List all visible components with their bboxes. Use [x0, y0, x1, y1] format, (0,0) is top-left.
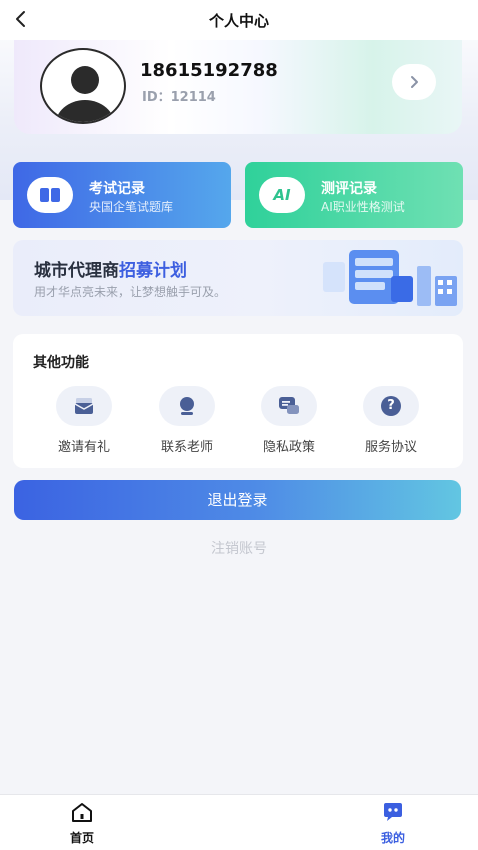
phone-number: 18615192788 — [140, 60, 278, 81]
user-id: ID：12114 — [142, 90, 216, 105]
other-functions-card: 其他功能 邀请有礼 联系老师 隐私政策 ? 服务协议 — [13, 334, 463, 468]
exam-record-card[interactable]: 考试记录 央国企笔试题库 — [13, 162, 231, 228]
contact-teacher-item[interactable]: 联系老师 — [147, 386, 227, 456]
other-functions-title: 其他功能 — [33, 355, 89, 371]
nav-bar: 个人中心 — [0, 0, 478, 40]
service-agreement-item[interactable]: ? 服务协议 — [351, 386, 431, 456]
home-icon — [72, 803, 92, 822]
mine-chat-icon — [384, 803, 402, 821]
evaluation-record-card[interactable]: AI 测评记录 AI职业性格测试 — [245, 162, 463, 228]
privacy-policy-label: 隐私政策 — [262, 440, 315, 455]
agent-recruit-banner[interactable]: 城市代理商招募计划 用才华点亮未来，让梦想触手可及。 — [13, 240, 463, 316]
exam-record-title: 考试记录 — [89, 181, 145, 197]
exam-record-subtitle: 央国企笔试题库 — [89, 200, 174, 214]
recruit-illustration-icon — [323, 250, 457, 306]
contact-teacher-label: 联系老师 — [160, 440, 213, 455]
invite-gift-label: 邀请有礼 — [57, 440, 110, 455]
privacy-chat-icon — [261, 386, 317, 426]
tab-mine-label: 我的 — [380, 831, 405, 845]
question-help-icon: ? — [363, 386, 419, 426]
tab-home[interactable]: 首页 — [52, 801, 112, 846]
tab-mine[interactable]: 我的 — [363, 801, 423, 846]
contact-teacher-icon — [159, 386, 215, 426]
banner-title: 城市代理商招募计划 — [34, 261, 187, 281]
privacy-policy-item[interactable]: 隐私政策 — [249, 386, 329, 456]
banner-subtitle: 用才华点亮未来，让梦想触手可及。 — [34, 285, 227, 299]
evaluation-record-title: 测评记录 — [321, 181, 377, 197]
avatar[interactable] — [40, 48, 126, 124]
service-agreement-label: 服务协议 — [364, 440, 417, 455]
cancel-account-link[interactable]: 注销账号 — [0, 538, 478, 558]
page-title: 个人中心 — [208, 12, 269, 30]
profile-card[interactable]: 18615192788 ID：12114 — [14, 40, 462, 134]
ai-icon: AI — [259, 177, 305, 213]
invite-envelope-icon — [56, 386, 112, 426]
logout-button[interactable]: 退出登录 — [14, 480, 461, 520]
chevron-right-icon — [411, 76, 418, 88]
invite-gift-item[interactable]: 邀请有礼 — [44, 386, 124, 456]
user-avatar-icon — [55, 66, 115, 122]
bottom-tab-bar: 首页 我的 — [0, 794, 478, 850]
book-icon — [27, 177, 73, 213]
evaluation-record-subtitle: AI职业性格测试 — [321, 200, 405, 214]
tab-home-label: 首页 — [69, 831, 94, 845]
profile-detail-button[interactable] — [392, 64, 436, 100]
